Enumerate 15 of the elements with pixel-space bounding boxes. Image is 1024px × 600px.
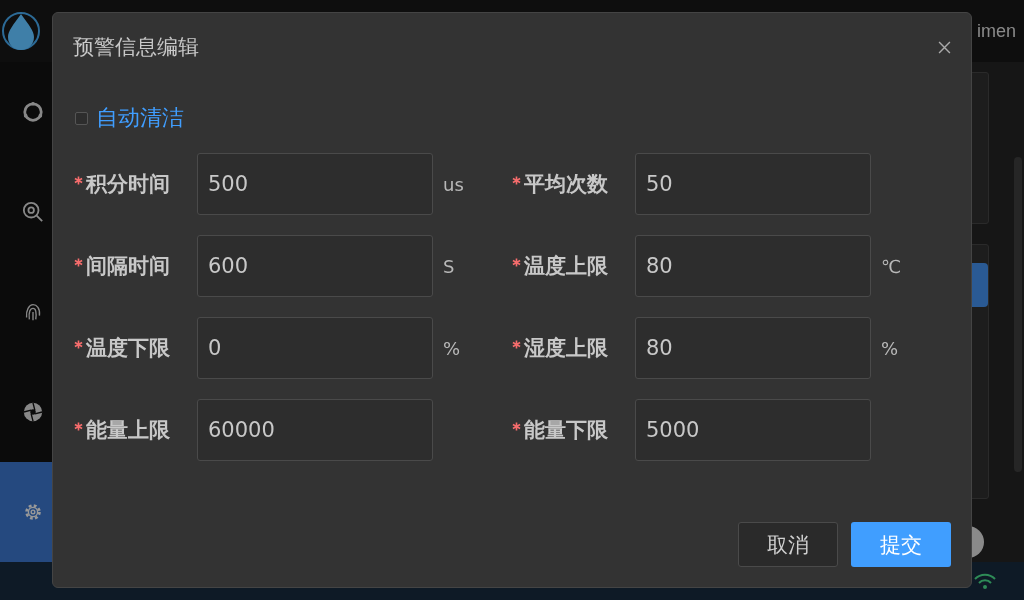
dialog-title: 预警信息编辑 [73,34,199,61]
unit-label: % [443,337,461,359]
field-label: 温度上限 [524,253,608,280]
unit-label: ℃ [881,255,902,277]
field-label: 间隔时间 [86,253,170,280]
field-label: 湿度上限 [524,335,608,362]
unit-label: S [443,255,455,277]
field-label: 积分时间 [86,171,170,198]
field-label: 平均次数 [524,171,608,198]
header-title: imen [977,20,1016,42]
unit-label: us [443,173,464,195]
unit-label: % [881,337,899,359]
field-label: 能量上限 [86,417,170,444]
field-label: 能量下限 [524,417,608,444]
field-label: 温度下限 [86,335,170,362]
